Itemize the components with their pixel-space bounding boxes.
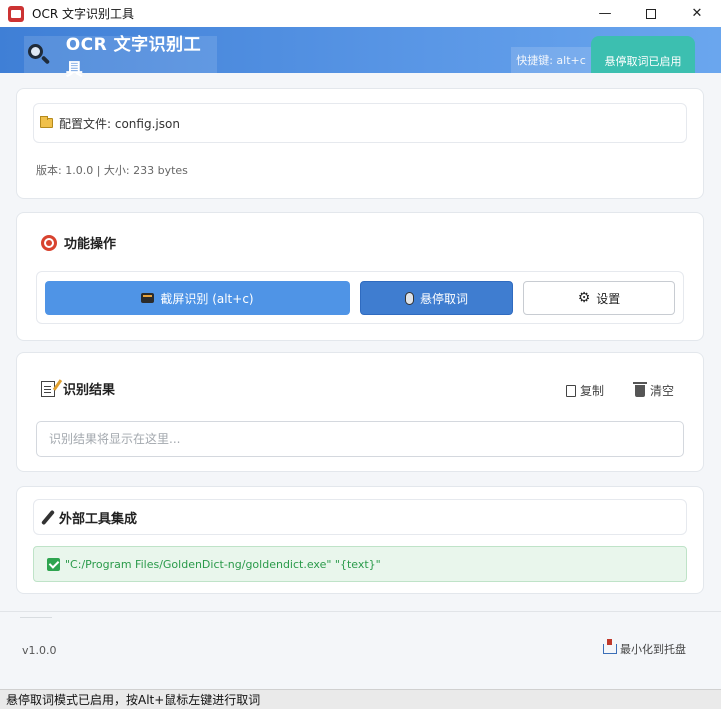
external-tool-status: "C:/Program Files/GoldenDict-ng/goldendi… [33,546,687,582]
config-file-row: 配置文件: config.json [33,103,687,143]
app-icon [8,5,24,22]
pen-icon [41,509,55,525]
maximize-icon [646,8,656,19]
search-icon [26,42,52,68]
result-title-text: 识别结果 [63,383,116,398]
gear-icon: ⚙ [577,290,591,306]
shortcut-hint: 快捷键: alt+c [511,47,591,73]
functions-title-text: 功能操作 [64,237,117,252]
maximize-button[interactable] [628,0,674,27]
window-title: OCR 文字识别工具 [32,7,134,21]
config-card: 配置文件: config.json 版本: 1.0.0 | 大小: 233 by… [16,88,704,199]
copy-button[interactable]: 复制 [566,382,604,399]
minimize-to-tray-button[interactable]: 最小化到托盘 [603,639,686,657]
capture-button[interactable]: 截屏识别 (alt+c) [45,281,350,315]
minimize-icon: — [598,6,612,21]
tray-icon [603,639,617,654]
mouse-icon [404,291,414,305]
config-file-label: 配置文件: config.json [59,116,180,131]
result-card: 识别结果 复制 清空 [16,352,704,472]
header-title-area: OCR 文字识别工具 [24,35,217,80]
status-bar-text: 悬停取词模式已启用，按Alt+鼠标左键进行取词 [6,693,261,707]
window-titlebar: OCR 文字识别工具 — ✕ [0,0,721,27]
clear-button[interactable]: 清空 [633,381,675,399]
close-icon: ✕ [691,6,703,21]
external-tools-header: 外部工具集成 [33,499,687,535]
tray-button-label: 最小化到托盘 [620,643,686,656]
copy-button-label: 复制 [580,384,605,398]
function-buttons: 截屏识别 (alt+c) 悬停取词 ⚙ 设置 [36,271,684,324]
memo-icon [41,380,55,397]
hover-status-badge: 悬停取词已启用 [591,36,695,73]
functions-title: 功能操作 [41,233,116,252]
folder-icon [40,116,53,128]
footer-divider [0,611,721,612]
copy-icon [566,384,576,397]
settings-button-label: 设置 [596,291,621,306]
trash-icon [633,381,647,397]
capture-button-label: 截屏识别 (alt+c) [160,291,254,306]
settings-button[interactable]: ⚙ 设置 [523,281,675,315]
header-title: OCR 文字识别工具 [65,34,202,80]
hover-button-label: 悬停取词 [419,291,468,306]
check-icon [47,557,60,571]
close-button[interactable]: ✕ [674,0,720,27]
target-icon [41,234,57,251]
clear-button-label: 清空 [650,384,675,398]
camera-icon [141,293,155,303]
minimize-button[interactable]: — [582,0,628,27]
functions-card: 功能操作 截屏识别 (alt+c) 悬停取词 ⚙ 设置 [16,212,704,341]
footer-accent-line [20,617,52,618]
hover-translate-button[interactable]: 悬停取词 [360,281,513,315]
footer-version: v1.0.0 [22,644,57,657]
external-tools-title: 外部工具集成 [59,511,138,527]
app-header: OCR 文字识别工具 快捷键: alt+c 悬停取词已启用 [0,27,721,80]
status-bar: 悬停取词模式已启用，按Alt+鼠标左键进行取词 [0,689,721,709]
version-info: 版本: 1.0.0 | 大小: 233 bytes [36,164,188,177]
result-text-field[interactable] [36,421,684,457]
external-tool-command: "C:/Program Files/GoldenDict-ng/goldendi… [65,557,381,571]
result-title: 识别结果 [41,379,115,398]
external-tools-card: 外部工具集成 "C:/Program Files/GoldenDict-ng/g… [16,486,704,594]
